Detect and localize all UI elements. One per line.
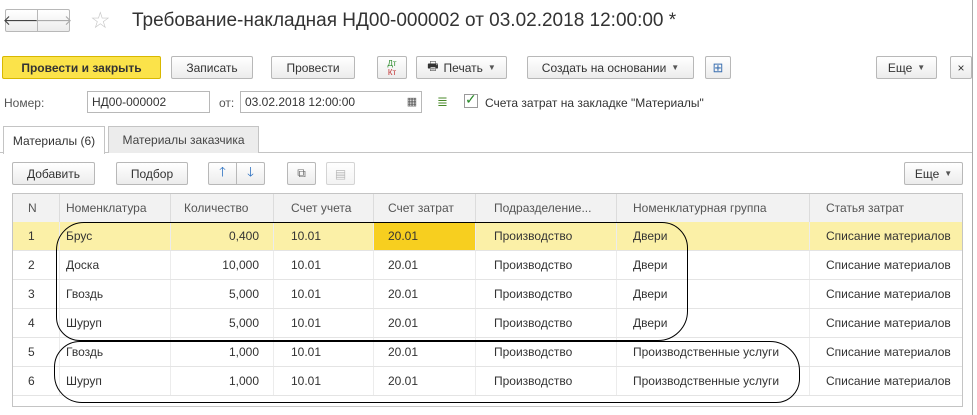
column-header-account[interactable]: Счет учета: [274, 194, 374, 222]
move-up-button[interactable]: 🡑: [208, 162, 237, 185]
dt-kt-button[interactable]: Дт Кт: [377, 56, 407, 79]
calendar-icon[interactable]: ▦: [403, 93, 421, 111]
add-button[interactable]: Добавить: [12, 162, 95, 185]
checkmark-icon: ✓: [465, 91, 477, 107]
post-button[interactable]: Провести: [271, 56, 355, 79]
back-button[interactable]: 🡐: [3, 9, 40, 32]
accounts-icon[interactable]: ≣: [437, 94, 448, 110]
date-label: от:: [219, 96, 235, 110]
cell-cost-item[interactable]: Списание материалов: [810, 251, 962, 279]
column-header-n[interactable]: N: [13, 194, 60, 222]
more-label: Еще: [887, 60, 913, 75]
highlight-oval-rows-5-6: [54, 341, 800, 403]
cell-n: 5: [13, 338, 60, 366]
favorite-star-icon[interactable]: ☆: [90, 6, 111, 34]
printer-icon: 🖶: [427, 59, 439, 73]
create-based-label: Создать на основании: [541, 60, 667, 75]
cost-accounts-checkbox[interactable]: ✓: [464, 91, 478, 108]
tab-materials[interactable]: Материалы (6): [3, 126, 105, 154]
save-button[interactable]: Записать: [171, 56, 253, 79]
cell-n: 1: [13, 222, 60, 250]
copy-icon: ⧉: [297, 166, 306, 180]
table-more-label: Еще: [914, 166, 940, 181]
chevron-down-icon: ▼: [671, 63, 680, 72]
chevron-down-icon: ▼: [944, 169, 953, 178]
window-border-right: [972, 0, 973, 415]
cell-cost-item[interactable]: Списание материалов: [810, 309, 962, 337]
print-label: Печать: [443, 60, 483, 75]
date-field[interactable]: 03.02.2018 12:00:00: [240, 91, 422, 113]
page-title: Требование-накладная НД00-000002 от 03.0…: [132, 10, 677, 31]
forward-button[interactable]: 🡒: [34, 9, 73, 32]
paste-icon: ▤: [334, 166, 347, 181]
chevron-down-icon: ▼: [487, 63, 496, 72]
more-button[interactable]: Еще ▼: [876, 56, 937, 79]
close-form-button[interactable]: ×: [950, 56, 972, 79]
move-down-button[interactable]: 🡓: [236, 162, 265, 185]
post-and-close-button[interactable]: Провести и закрыть: [2, 56, 161, 79]
column-header-nomenclature[interactable]: Номенклатура: [60, 194, 171, 222]
cell-cost-item[interactable]: Списание материалов: [810, 280, 962, 308]
column-header-cost-account[interactable]: Счет затрат: [374, 194, 476, 222]
highlight-oval-rows-1-4: [56, 222, 688, 341]
cell-cost-item[interactable]: Списание материалов: [810, 338, 962, 366]
tab-customer-materials[interactable]: Материалы заказчика: [108, 126, 259, 153]
column-header-nomenclature-group[interactable]: Номенклатурная группа: [617, 194, 810, 222]
kt-label: Кт: [387, 67, 397, 77]
cell-n: 2: [13, 251, 60, 279]
column-header-department[interactable]: Подразделение...: [476, 194, 617, 222]
pick-button[interactable]: Подбор: [116, 162, 188, 185]
arrow-right-icon: 🡒: [34, 12, 73, 28]
chevron-down-icon: ▼: [917, 63, 926, 72]
cell-n: 6: [13, 367, 60, 395]
print-button[interactable]: 🖶 Печать ▼: [416, 56, 507, 79]
cost-accounts-label: Счета затрат на закладке "Материалы": [485, 96, 704, 110]
number-field[interactable]: НД00-000002: [87, 91, 210, 113]
table-more-button[interactable]: Еще ▼: [904, 162, 963, 185]
number-label: Номер:: [4, 96, 45, 110]
cell-n: 3: [13, 280, 60, 308]
create-based-on-button[interactable]: Создать на основании ▼: [527, 56, 694, 79]
arrow-down-icon: 🡓: [247, 163, 254, 179]
structure-button[interactable]: ⊞: [705, 56, 731, 79]
cell-cost-item[interactable]: Списание материалов: [810, 222, 962, 250]
column-header-cost-item[interactable]: Статья затрат: [810, 194, 962, 222]
paste-button[interactable]: ▤: [326, 162, 355, 185]
column-header-quantity[interactable]: Количество: [171, 194, 274, 222]
cell-n: 4: [13, 309, 60, 337]
dt-label: Дт: [387, 58, 397, 68]
structure-icon: ⊞: [712, 59, 724, 75]
arrow-up-icon: 🡑: [219, 163, 226, 179]
cell-cost-item[interactable]: Списание материалов: [810, 367, 962, 395]
copy-button[interactable]: ⧉: [287, 162, 316, 185]
table-header: N Номенклатура Количество Счет учета Сче…: [13, 194, 962, 223]
